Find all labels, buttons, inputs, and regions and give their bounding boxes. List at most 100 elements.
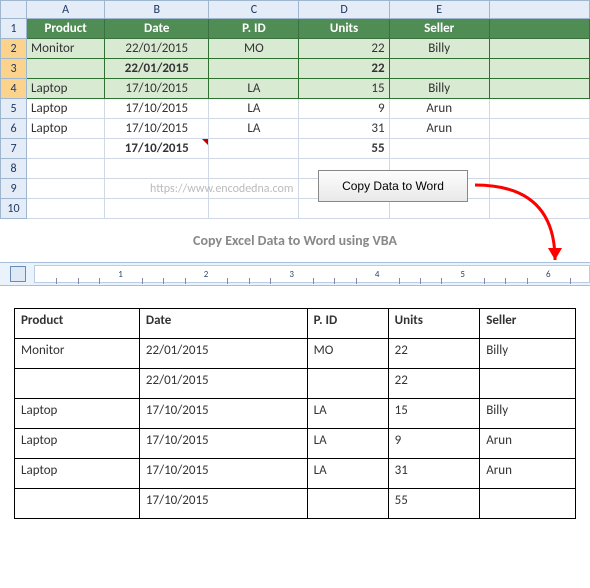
- cell-B3[interactable]: 22/01/2015: [105, 59, 209, 79]
- excel-grid[interactable]: ABCDE 1ProductDateP. IDUnitsSeller 2Monito…: [0, 0, 590, 219]
- cell-B6[interactable]: 17/10/2015: [105, 119, 209, 139]
- word-header-cell: Units: [388, 309, 480, 339]
- cell-D4[interactable]: 15: [299, 79, 389, 99]
- cell-F4[interactable]: [489, 79, 589, 99]
- cell-B5[interactable]: 17/10/2015: [105, 99, 209, 119]
- cell-A2[interactable]: Monitor: [27, 39, 105, 59]
- cell-E6[interactable]: Arun: [389, 119, 489, 139]
- row-header-7[interactable]: 7: [1, 139, 27, 159]
- cell-A10[interactable]: [27, 199, 105, 219]
- word-cell: [15, 489, 140, 519]
- ruler-number: 6: [546, 269, 551, 280]
- row-header-3[interactable]: 3: [1, 59, 27, 79]
- word-cell: 17/10/2015: [139, 429, 307, 459]
- column-header-A[interactable]: A: [27, 1, 105, 19]
- cell-B1[interactable]: Date: [105, 19, 209, 39]
- cell-F10[interactable]: [489, 199, 589, 219]
- cell-C8[interactable]: [209, 159, 299, 179]
- cell-C3[interactable]: [209, 59, 299, 79]
- word-header-cell: Product: [15, 309, 140, 339]
- column-header-blank[interactable]: [489, 1, 589, 19]
- cell-B7[interactable]: 17/10/2015: [105, 139, 209, 159]
- word-cell: Billy: [480, 399, 576, 429]
- word-ruler[interactable]: 123456: [0, 262, 590, 286]
- cell-C10[interactable]: [209, 199, 299, 219]
- cell-C4[interactable]: LA: [209, 79, 299, 99]
- word-cell: 22: [388, 369, 480, 399]
- tab-selector-icon[interactable]: [10, 266, 26, 282]
- word-header-cell: Date: [139, 309, 307, 339]
- cell-C2[interactable]: MO: [209, 39, 299, 59]
- word-cell: Monitor: [15, 339, 140, 369]
- cell-D1[interactable]: Units: [299, 19, 389, 39]
- cell-C5[interactable]: LA: [209, 99, 299, 119]
- select-all-corner[interactable]: [1, 1, 27, 19]
- cell-F9[interactable]: [489, 179, 589, 199]
- word-cell: 17/10/2015: [139, 399, 307, 429]
- column-header-B[interactable]: B: [105, 1, 209, 19]
- row-header-6[interactable]: 6: [1, 119, 27, 139]
- word-cell: 31: [388, 459, 480, 489]
- cell-E1[interactable]: Seller: [389, 19, 489, 39]
- word-cell: LA: [307, 459, 388, 489]
- cell-F3[interactable]: [489, 59, 589, 79]
- word-table-row: 17/10/201555: [15, 489, 576, 519]
- cell-C1[interactable]: P. ID: [209, 19, 299, 39]
- ruler-number: 1: [118, 269, 123, 280]
- cell-B2[interactable]: 22/01/2015: [105, 39, 209, 59]
- cell-A1[interactable]: Product: [27, 19, 105, 39]
- word-cell: 55: [388, 489, 480, 519]
- cell-E7[interactable]: [389, 139, 489, 159]
- word-cell: MO: [307, 339, 388, 369]
- row-header-10[interactable]: 10: [1, 199, 27, 219]
- cell-A7[interactable]: [27, 139, 105, 159]
- cell-F2[interactable]: [489, 39, 589, 59]
- cell-E2[interactable]: Billy: [389, 39, 489, 59]
- cell-B10[interactable]: [105, 199, 209, 219]
- cell-C7[interactable]: [209, 139, 299, 159]
- word-header-cell: Seller: [480, 309, 576, 339]
- row-header-1[interactable]: 1: [1, 19, 27, 39]
- cell-C6[interactable]: LA: [209, 119, 299, 139]
- row-header-4[interactable]: 4: [1, 79, 27, 99]
- row-header-5[interactable]: 5: [1, 99, 27, 119]
- word-cell: Laptop: [15, 459, 140, 489]
- word-cell: 22/01/2015: [139, 339, 307, 369]
- cell-F7[interactable]: [489, 139, 589, 159]
- cell-D6[interactable]: 31: [299, 119, 389, 139]
- row-header-2[interactable]: 2: [1, 39, 27, 59]
- cell-A9[interactable]: [27, 179, 105, 199]
- cell-A6[interactable]: Laptop: [27, 119, 105, 139]
- word-cell: 22: [388, 339, 480, 369]
- cell-B4[interactable]: 17/10/2015: [105, 79, 209, 99]
- cell-F8[interactable]: [489, 159, 589, 179]
- word-cell: 9: [388, 429, 480, 459]
- word-area: 123456 ProductDateP. IDUnitsSellerMonito…: [0, 262, 590, 519]
- column-header-D[interactable]: D: [299, 1, 389, 19]
- cell-E5[interactable]: Arun: [389, 99, 489, 119]
- cell-D7[interactable]: 55: [299, 139, 389, 159]
- cell-F6[interactable]: [489, 119, 589, 139]
- cell-A3[interactable]: [27, 59, 105, 79]
- watermark-text: https://www.encodedna.com: [150, 182, 293, 196]
- column-header-E[interactable]: E: [389, 1, 489, 19]
- cell-D5[interactable]: 9: [299, 99, 389, 119]
- cell-D3[interactable]: 22: [299, 59, 389, 79]
- word-cell: Billy: [480, 339, 576, 369]
- cell-F5[interactable]: [489, 99, 589, 119]
- cell-A8[interactable]: [27, 159, 105, 179]
- cell-E3[interactable]: [389, 59, 489, 79]
- row-header-9[interactable]: 9: [1, 179, 27, 199]
- column-header-C[interactable]: C: [209, 1, 299, 19]
- cell-D2[interactable]: 22: [299, 39, 389, 59]
- copy-data-to-word-button[interactable]: Copy Data to Word: [318, 170, 468, 202]
- cell-F1[interactable]: [489, 19, 589, 39]
- word-cell: Arun: [480, 459, 576, 489]
- cell-E4[interactable]: Billy: [389, 79, 489, 99]
- cell-A5[interactable]: Laptop: [27, 99, 105, 119]
- word-cell: LA: [307, 399, 388, 429]
- word-cell: 22/01/2015: [139, 369, 307, 399]
- cell-B8[interactable]: [105, 159, 209, 179]
- cell-A4[interactable]: Laptop: [27, 79, 105, 99]
- row-header-8[interactable]: 8: [1, 159, 27, 179]
